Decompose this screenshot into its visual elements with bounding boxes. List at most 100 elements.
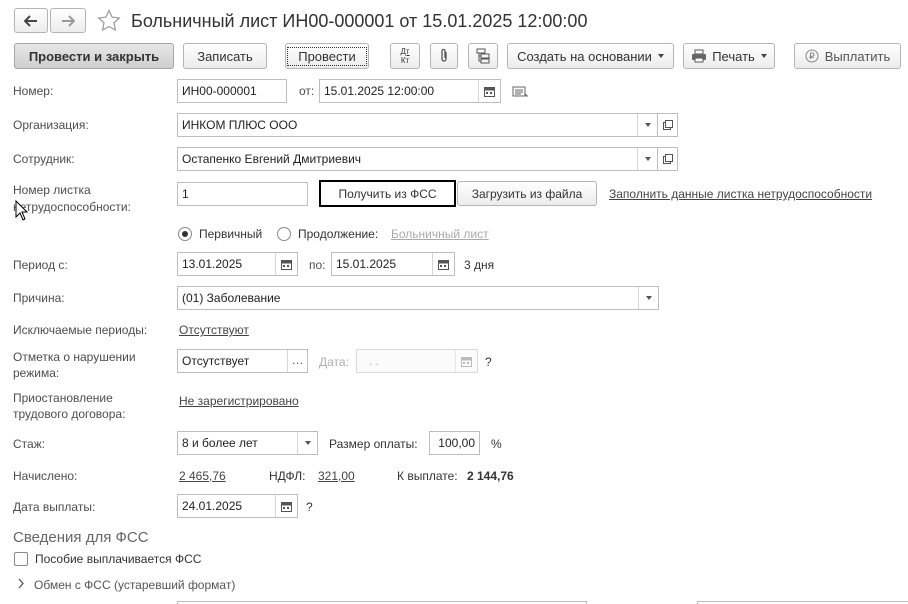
primary-label: Первичный [199, 227, 263, 241]
paperclip-icon [441, 48, 447, 62]
print-button[interactable]: Печать [683, 43, 775, 69]
dt-kt-button[interactable]: Дт Кт [390, 43, 420, 69]
continuation-radio[interactable] [277, 227, 291, 241]
violation-label: Отметка о нарушении режима: [13, 350, 136, 381]
calendar-icon[interactable] [432, 253, 454, 275]
reason-field[interactable]: (01) Заболевание [177, 286, 659, 310]
period-from-value: 13.01.2025 [182, 257, 243, 271]
pay-size-field[interactable]: 100,00 [429, 431, 480, 455]
favorite-star-icon[interactable] [97, 9, 123, 33]
benefit-paid-by-fss-checkbox[interactable] [14, 552, 28, 566]
calendar-icon [455, 350, 477, 372]
employee-value: Остапенко Евгений Дмитриевич [182, 152, 362, 166]
calendar-icon[interactable] [275, 253, 297, 275]
organization-field[interactable]: ИНКОМ ПЛЮС ООО [177, 113, 658, 137]
employee-field[interactable]: Остапенко Евгений Дмитриевич [177, 147, 658, 171]
chevron-down-icon[interactable] [637, 148, 657, 170]
ndfl-label: НДФЛ: [269, 469, 306, 483]
save-button[interactable]: Записать [183, 43, 267, 69]
pay-date-help-icon[interactable]: ? [306, 500, 313, 515]
post-and-close-button[interactable]: Провести и закрыть [14, 43, 174, 69]
attach-button[interactable] [430, 43, 458, 69]
experience-label: Стаж: [13, 437, 46, 451]
open-organization-button[interactable] [658, 113, 678, 137]
forward-button[interactable] [50, 8, 86, 33]
load-from-file-button[interactable]: Загрузить из файла [457, 181, 597, 206]
chevron-down-icon [760, 54, 767, 58]
printer-icon [692, 49, 707, 63]
violation-value: Отсутствует [182, 354, 250, 368]
suspension-label-line2: трудового договора: [13, 407, 126, 421]
calendar-icon[interactable] [478, 80, 500, 102]
post-button[interactable]: Провести [285, 43, 369, 69]
violation-date-value: . . [369, 354, 380, 368]
date-from-label: от: [299, 84, 315, 98]
violation-label-line2: режима: [13, 366, 60, 380]
kt-label: Кт [400, 56, 410, 65]
sick-leave-link[interactable]: Больничный лист [391, 227, 489, 242]
arrow-right-icon [62, 14, 75, 27]
violation-date-field: . . [356, 349, 478, 373]
period-to-field[interactable]: 15.01.2025 [331, 252, 455, 276]
reason-label: Причина: [13, 291, 65, 305]
violation-label-line1: Отметка о нарушении [13, 350, 136, 364]
excluded-periods-link[interactable]: Отсутствуют [179, 323, 249, 338]
create-based-on-button[interactable]: Создать на основании [507, 43, 674, 69]
back-button[interactable] [14, 8, 48, 33]
sheet-number-label-line1: Номер листка [13, 183, 91, 197]
accrued-link[interactable]: 2 465,76 [179, 469, 226, 484]
get-from-fss-button[interactable]: Получить из ФСС [319, 180, 456, 207]
hierarchy-icon [476, 48, 490, 64]
document-date-value: 15.01.2025 12:00:00 [324, 84, 435, 98]
fss-exchange-group[interactable]: Обмен с ФСС (устаревший формат) [34, 578, 235, 593]
experience-value: 8 и более лет [182, 436, 258, 450]
violation-help-icon[interactable]: ? [485, 355, 492, 370]
to-pay-value: 2 144,76 [467, 469, 514, 483]
suspension-label: Приостановление трудового договора: [13, 391, 125, 422]
period-to-label: по: [309, 258, 326, 272]
sheet-number-field[interactable]: 1 [177, 182, 308, 206]
violation-date-label: Дата: [319, 355, 349, 369]
number-field[interactable]: ИН00-000001 [177, 79, 287, 103]
fill-sheet-data-link[interactable]: Заполнить данные листка нетрудоспособнос… [609, 187, 872, 202]
percent-sign: % [491, 437, 502, 451]
structure-button[interactable] [468, 43, 498, 69]
open-employee-button[interactable] [658, 147, 678, 171]
chevron-down-icon[interactable] [638, 287, 658, 309]
number-label: Номер: [13, 84, 54, 98]
fss-section-title: Сведения для ФСС [13, 529, 149, 546]
violation-field[interactable]: Отсутствует … [177, 349, 308, 373]
ndfl-link[interactable]: 321,00 [318, 469, 355, 484]
chevron-down-icon [657, 54, 664, 58]
organization-label: Организация: [13, 118, 89, 132]
benefit-paid-by-fss-label: Пособие выплачивается ФСС [35, 552, 202, 566]
period-label: Период с: [13, 258, 68, 272]
primary-radio[interactable] [178, 227, 192, 241]
post-button-label: Провести [287, 46, 367, 66]
pay-date-field[interactable]: 24.01.2025 [177, 494, 298, 518]
excluded-periods-label: Исключаемые периоды: [13, 323, 148, 337]
ruble-coin-icon [805, 49, 819, 63]
chevron-right-icon[interactable] [17, 578, 27, 590]
pay-label: Выплатить [824, 48, 891, 64]
experience-field[interactable]: 8 и более лет [177, 431, 318, 455]
print-label: Печать [712, 48, 755, 64]
page-title: Больничный лист ИН00-000001 от 15.01.202… [131, 11, 588, 31]
sheet-number-label: Номер листка нетрудоспособности: [13, 183, 131, 215]
history-icon[interactable] [512, 85, 530, 99]
accrued-label: Начислено: [13, 469, 78, 483]
pay-button[interactable]: Выплатить [794, 43, 901, 69]
period-from-field[interactable]: 13.01.2025 [177, 252, 298, 276]
mouse-cursor-icon [15, 199, 29, 222]
dt-label: Дт [400, 47, 410, 56]
calendar-icon[interactable] [275, 495, 297, 517]
document-date-field[interactable]: 15.01.2025 12:00:00 [319, 79, 501, 103]
pay-date-label: Дата выплаты: [13, 500, 96, 514]
suspension-label-line1: Приостановление [13, 391, 113, 405]
continuation-label: Продолжение: [298, 227, 379, 241]
chevron-down-icon[interactable] [297, 432, 317, 454]
chevron-down-icon[interactable] [637, 114, 657, 136]
select-more-button[interactable]: … [287, 350, 307, 372]
suspension-link[interactable]: Не зарегистрировано [179, 394, 299, 409]
sheet-number-label-line2: нетрудоспособности: [13, 200, 131, 214]
